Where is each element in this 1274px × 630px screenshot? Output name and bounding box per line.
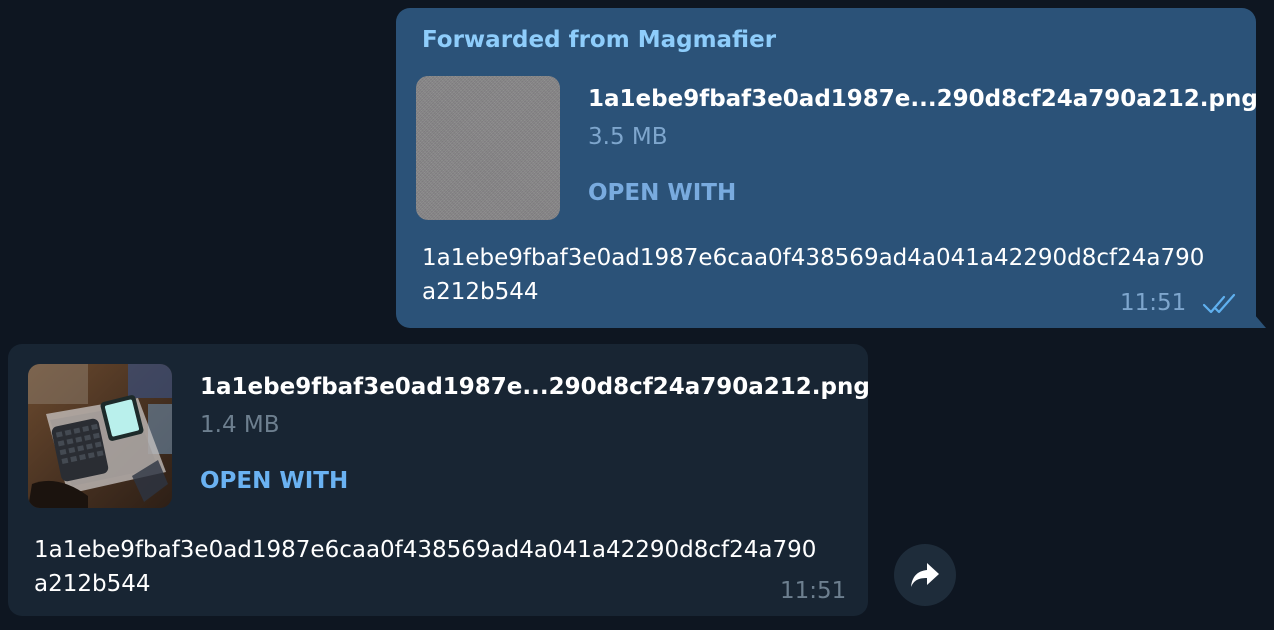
message-caption: 1a1ebe9fbaf3e0ad1987e6caa0f438569ad4a041… — [422, 241, 1204, 309]
bubble-tail — [1254, 314, 1266, 328]
share-arrow-icon — [911, 563, 939, 587]
photo-preview-image — [28, 364, 172, 508]
caption-line: 1a1ebe9fbaf3e0ad1987e6caa0f438569ad4a041… — [34, 537, 817, 563]
forwarded-from-label[interactable]: Forwarded from Magmafier — [422, 27, 776, 53]
file-size: 3.5 MB — [588, 124, 668, 150]
outgoing-message-bubble[interactable]: Forwarded from Magmafier 1a1ebe9fbaf3e0a… — [396, 8, 1266, 328]
file-name: 1a1ebe9fbaf3e0ad1987e...290d8cf24a790a21… — [588, 86, 1258, 112]
file-size: 1.4 MB — [200, 412, 280, 438]
open-with-button[interactable]: OPEN WITH — [200, 468, 348, 494]
caption-line: a212b544 — [422, 279, 539, 305]
chat-area: Forwarded from Magmafier 1a1ebe9fbaf3e0a… — [0, 0, 1274, 630]
caption-line: a212b544 — [34, 571, 151, 597]
forward-button[interactable] — [894, 544, 956, 606]
open-with-button[interactable]: OPEN WITH — [588, 180, 736, 206]
file-thumbnail[interactable] — [416, 76, 560, 220]
incoming-message-bubble[interactable]: 1a1ebe9fbaf3e0ad1987e...290d8cf24a790a21… — [8, 344, 870, 616]
caption-line: 1a1ebe9fbaf3e0ad1987e6caa0f438569ad4a041… — [422, 245, 1205, 271]
message-caption: 1a1ebe9fbaf3e0ad1987e6caa0f438569ad4a041… — [34, 533, 816, 601]
double-check-icon — [1202, 293, 1236, 314]
file-name: 1a1ebe9fbaf3e0ad1987e...290d8cf24a790a21… — [200, 374, 870, 400]
message-time: 11:51 — [780, 578, 847, 604]
message-time: 11:51 — [1120, 290, 1187, 316]
file-thumbnail[interactable] — [28, 364, 172, 508]
